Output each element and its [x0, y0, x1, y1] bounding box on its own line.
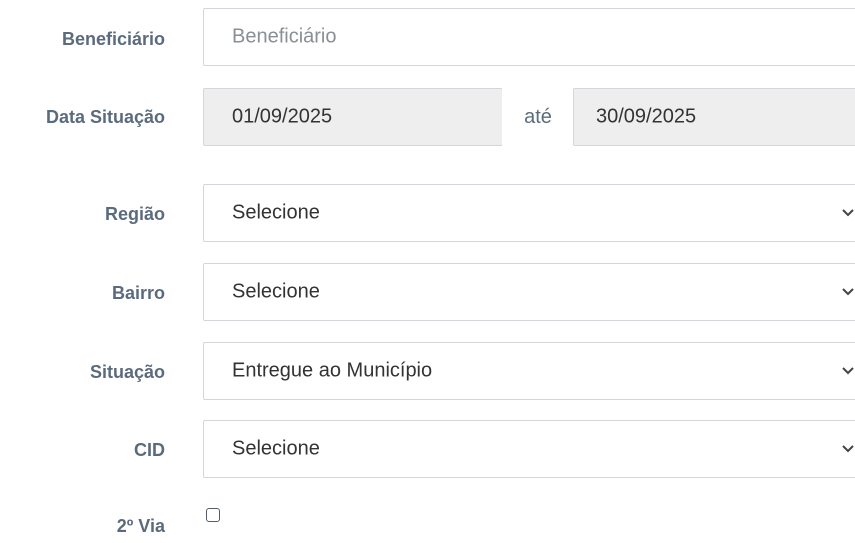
date-range-separator: até	[502, 88, 574, 146]
situacao-select[interactable]: Entregue ao Município	[203, 342, 855, 400]
data-situacao-from-value: 01/09/2025	[232, 105, 333, 128]
beneficiario-placeholder: Beneficiário	[232, 25, 337, 48]
chevron-down-icon	[842, 367, 854, 375]
bairro-select[interactable]: Selecione	[203, 263, 855, 321]
regiao-select[interactable]: Selecione	[203, 184, 855, 242]
situacao-label: Situação	[89, 362, 165, 382]
data-situacao-to-input[interactable]: 30/09/2025	[573, 88, 855, 146]
bairro-selected-value: Selecione	[232, 280, 320, 303]
chevron-down-icon	[842, 288, 854, 296]
beneficiario-label: Beneficiário	[61, 29, 165, 49]
regiao-selected-value: Selecione	[232, 201, 320, 224]
data-situacao-label: Data Situação	[45, 107, 165, 127]
regiao-label: Região	[104, 204, 165, 224]
situacao-selected-value: Entregue ao Município	[232, 359, 433, 382]
bairro-label: Bairro	[111, 283, 165, 303]
data-situacao-from-input[interactable]: 01/09/2025	[203, 88, 503, 146]
cid-selected-value: Selecione	[232, 437, 320, 460]
cid-select[interactable]: Selecione	[203, 420, 855, 478]
segunda-via-label: 2º Via	[116, 516, 165, 536]
chevron-down-icon	[842, 209, 854, 217]
chevron-down-icon	[842, 445, 854, 453]
beneficiario-input[interactable]: Beneficiário	[203, 8, 855, 66]
cid-label: CID	[134, 440, 165, 460]
data-situacao-to-value: 30/09/2025	[596, 105, 697, 128]
segunda-via-checkbox[interactable]	[206, 508, 220, 522]
